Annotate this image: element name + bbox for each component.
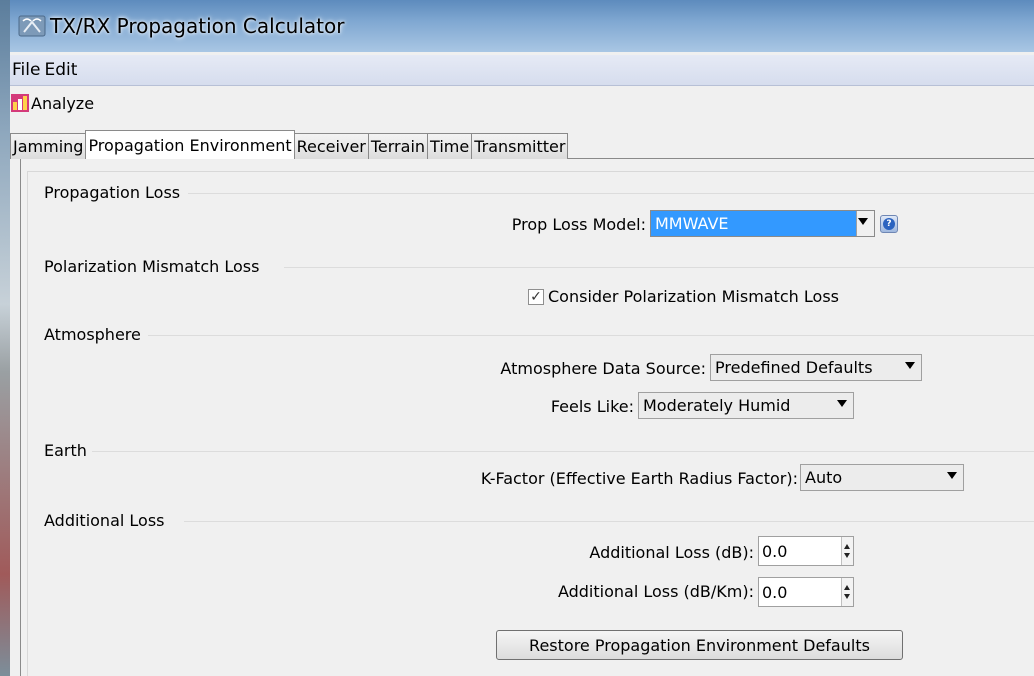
atmosphere-source-select[interactable]: Predefined Defaults xyxy=(710,354,922,381)
section-title-atmosphere: Atmosphere xyxy=(44,325,141,344)
section-title-earth: Earth xyxy=(44,441,87,460)
antenna-app-icon xyxy=(18,15,46,37)
tab-jamming[interactable]: Jamming xyxy=(10,133,87,159)
spin-up-icon[interactable] xyxy=(844,544,850,549)
additional-loss-db-label: Additional Loss (dB): xyxy=(589,543,754,562)
help-icon[interactable]: ? xyxy=(880,215,898,233)
spin-down-icon[interactable] xyxy=(844,594,850,599)
tab-propagation-environment[interactable]: Propagation Environment xyxy=(85,130,295,159)
chevron-down-icon xyxy=(905,362,915,369)
app-window: TX/RX Propagation Calculator File Edit A… xyxy=(10,0,1034,676)
additional-loss-db-value: 0.0 xyxy=(762,541,788,561)
menu-edit[interactable]: Edit xyxy=(43,60,80,80)
section-divider xyxy=(148,335,1034,336)
tab-strip: Jamming Propagation Environment Receiver… xyxy=(10,130,569,159)
feels-like-label: Feels Like: xyxy=(550,397,634,416)
toolbar: Analyze xyxy=(10,88,1034,118)
section-divider xyxy=(184,521,1034,522)
feels-like-value: Moderately Humid xyxy=(643,396,791,415)
chevron-down-icon xyxy=(947,472,957,479)
additional-loss-dbkm-value: 0.0 xyxy=(762,582,788,602)
polarization-checkbox[interactable]: ✓ xyxy=(528,289,544,305)
tab-time[interactable]: Time xyxy=(427,133,473,159)
spin-up-icon[interactable] xyxy=(844,585,850,590)
section-title-additional-loss: Additional Loss xyxy=(44,511,165,530)
atmosphere-source-value: Predefined Defaults xyxy=(715,358,873,377)
analyze-button[interactable]: Analyze xyxy=(11,94,94,113)
tab-content: Propagation Loss Prop Loss Model: MMWAVE… xyxy=(20,159,1034,676)
section-divider xyxy=(188,193,1034,194)
spin-down-icon[interactable] xyxy=(844,553,850,558)
title-bar[interactable]: TX/RX Propagation Calculator xyxy=(10,0,1034,52)
spinner-buttons[interactable] xyxy=(841,578,853,606)
spinner-buttons[interactable] xyxy=(841,537,853,565)
additional-loss-dbkm-label: Additional Loss (dB/Km): xyxy=(557,582,754,601)
section-divider xyxy=(284,267,1034,268)
polarization-checkbox-label: Consider Polarization Mismatch Loss xyxy=(548,287,839,306)
analyze-label: Analyze xyxy=(31,93,95,113)
menu-bar: File Edit xyxy=(10,55,1034,86)
additional-loss-db-input[interactable]: 0.0 xyxy=(758,536,854,566)
section-divider xyxy=(92,451,1034,452)
feels-like-select[interactable]: Moderately Humid xyxy=(638,392,854,419)
tab-transmitter[interactable]: Transmitter xyxy=(471,133,569,159)
section-title-polarization: Polarization Mismatch Loss xyxy=(44,257,260,276)
tab-receiver[interactable]: Receiver xyxy=(293,133,369,159)
k-factor-label: K-Factor (Effective Earth Radius Factor)… xyxy=(480,469,798,488)
prop-loss-model-label: Prop Loss Model: xyxy=(511,215,646,234)
tab-terrain[interactable]: Terrain xyxy=(367,133,429,159)
chevron-down-icon xyxy=(837,400,847,407)
k-factor-value: Auto xyxy=(805,468,843,487)
restore-defaults-button[interactable]: Restore Propagation Environment Defaults xyxy=(496,630,903,660)
window-title: TX/RX Propagation Calculator xyxy=(50,14,345,38)
analyze-icon xyxy=(11,94,29,112)
additional-loss-dbkm-input[interactable]: 0.0 xyxy=(758,577,854,607)
atmosphere-source-label: Atmosphere Data Source: xyxy=(500,359,706,378)
propagation-environment-panel: Propagation Loss Prop Loss Model: MMWAVE… xyxy=(27,171,1034,676)
prop-loss-model-value: MMWAVE xyxy=(655,214,729,233)
k-factor-select[interactable]: Auto xyxy=(800,464,964,491)
chevron-down-icon xyxy=(858,218,868,225)
prop-loss-model-select[interactable]: MMWAVE xyxy=(650,210,875,237)
menu-file[interactable]: File xyxy=(11,60,43,80)
section-title-propagation-loss: Propagation Loss xyxy=(44,183,181,202)
